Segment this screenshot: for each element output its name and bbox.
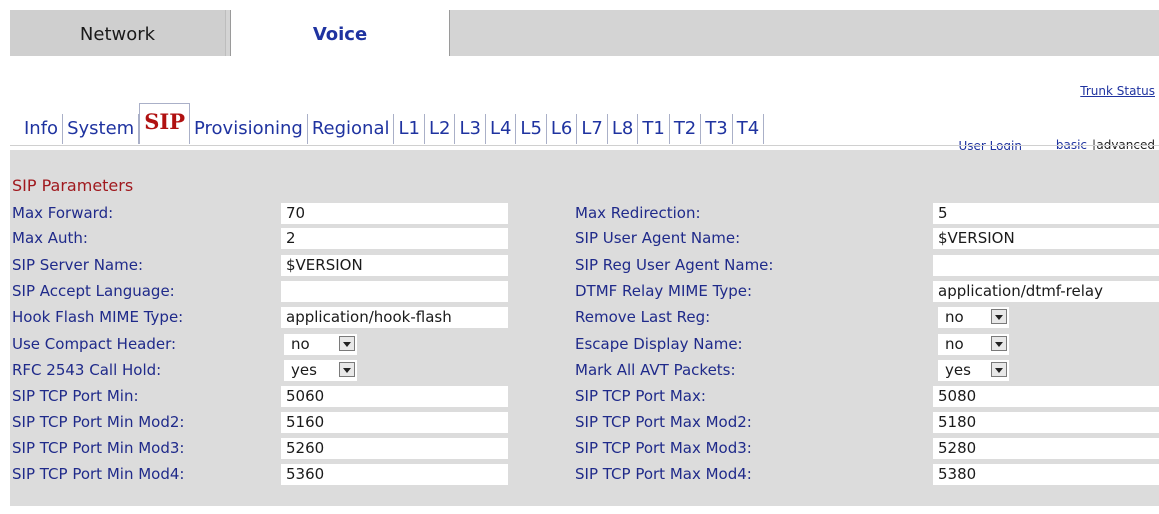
sip-tcp-port-min-mod4-input[interactable]: 5360 [281, 464, 508, 485]
section-title: SIP Parameters [12, 176, 134, 195]
tab-voice[interactable]: Voice [230, 10, 450, 56]
tab-l7[interactable]: L7 [577, 114, 608, 144]
sip-tcp-port-max-mod4-input[interactable]: 5380 [933, 464, 1159, 485]
mark-all-avt-packets-select[interactable]: yes [938, 360, 1009, 381]
sip-tcp-port-max-mod3-input[interactable]: 5280 [933, 438, 1159, 459]
sip-user-agent-name-label: SIP User Agent Name: [575, 229, 741, 247]
sip-tcp-port-max-mod2-input[interactable]: 5180 [933, 412, 1159, 433]
tab-t3[interactable]: T3 [701, 114, 733, 144]
sip-tcp-port-min-input[interactable]: 5060 [281, 386, 508, 407]
max-redirection-input[interactable]: 5 [933, 203, 1159, 224]
use-compact-header-label: Use Compact Header: [12, 335, 177, 353]
param-row: RFC 2543 Call Hold: yes Mark All AVT Pac… [10, 359, 1159, 382]
sip-user-agent-name-input[interactable]: $VERSION [933, 228, 1159, 249]
tab-l4[interactable]: L4 [486, 114, 517, 144]
tab-network[interactable]: Network [10, 10, 226, 56]
tab-t2[interactable]: T2 [670, 114, 702, 144]
sip-tcp-port-min-mod3-input[interactable]: 5260 [281, 438, 508, 459]
sip-server-name-label: SIP Server Name: [12, 256, 144, 274]
max-forward-input[interactable]: 70 [281, 203, 508, 224]
sip-tcp-port-max-label: SIP TCP Port Max: [575, 387, 706, 405]
param-row: Use Compact Header: no Escape Display Na… [10, 333, 1159, 356]
sip-reg-user-agent-name-label: SIP Reg User Agent Name: [575, 256, 774, 274]
rfc-2543-call-hold-value: yes [291, 361, 317, 379]
remove-last-reg-label: Remove Last Reg: [575, 308, 711, 326]
param-row: SIP TCP Port Min Mod2: 5160 SIP TCP Port… [10, 411, 1159, 434]
sip-tcp-port-max-mod2-label: SIP TCP Port Max Mod2: [575, 413, 752, 431]
sip-tcp-port-min-mod3-label: SIP TCP Port Min Mod3: [12, 439, 185, 457]
max-redirection-label: Max Redirection: [575, 204, 701, 222]
sip-tcp-port-max-input[interactable]: 5080 [933, 386, 1159, 407]
chevron-down-icon[interactable] [339, 336, 355, 351]
dtmf-relay-mime-type-label: DTMF Relay MIME Type: [575, 282, 753, 300]
tab-l6[interactable]: L6 [547, 114, 578, 144]
tab-l5[interactable]: L5 [516, 114, 547, 144]
sip-tcp-port-min-mod2-input[interactable]: 5160 [281, 412, 508, 433]
top-tab-bar: Network Voice [10, 10, 1159, 56]
rfc-2543-call-hold-select[interactable]: yes [284, 360, 357, 381]
param-row: Max Auth: 2 SIP User Agent Name: $VERSIO… [10, 227, 1159, 250]
trunk-status-link[interactable]: Trunk Status [1080, 84, 1155, 98]
chevron-down-icon[interactable] [991, 309, 1007, 324]
use-compact-header-value: no [291, 335, 310, 353]
max-auth-label: Max Auth: [12, 229, 88, 247]
tab-l2[interactable]: L2 [425, 114, 456, 144]
tab-l1[interactable]: L1 [394, 114, 425, 144]
chevron-down-icon[interactable] [991, 362, 1007, 377]
param-row: SIP Accept Language: DTMF Relay MIME Typ… [10, 280, 1159, 303]
sip-accept-language-label: SIP Accept Language: [12, 282, 175, 300]
escape-display-name-label: Escape Display Name: [575, 335, 743, 353]
sip-reg-user-agent-name-input[interactable] [933, 255, 1159, 276]
escape-display-name-select[interactable]: no [938, 334, 1009, 355]
hook-flash-mime-type-label: Hook Flash MIME Type: [12, 308, 184, 326]
max-auth-input[interactable]: 2 [281, 228, 508, 249]
tab-regional[interactable]: Regional [308, 114, 395, 144]
param-row: SIP TCP Port Min Mod4: 5360 SIP TCP Port… [10, 463, 1159, 486]
remove-last-reg-select[interactable]: no [938, 307, 1009, 328]
rfc-2543-call-hold-label: RFC 2543 Call Hold: [12, 361, 162, 379]
tab-t4[interactable]: T4 [733, 114, 765, 144]
tab-l3[interactable]: L3 [455, 114, 486, 144]
sub-tab-bar: Info System SIP Provisioning Regional L1… [20, 103, 765, 144]
param-row: SIP Server Name: $VERSION SIP Reg User A… [10, 254, 1159, 277]
sip-tcp-port-min-mod2-label: SIP TCP Port Min Mod2: [12, 413, 185, 431]
use-compact-header-select[interactable]: no [284, 334, 357, 355]
sip-parameters-panel: SIP Parameters Max Forward: 70 Max Redir… [10, 150, 1159, 506]
hook-flash-mime-type-input[interactable]: application/hook-flash [281, 307, 508, 328]
param-row: SIP TCP Port Min Mod3: 5260 SIP TCP Port… [10, 437, 1159, 460]
mark-all-avt-packets-value: yes [945, 361, 971, 379]
remove-last-reg-value: no [945, 308, 964, 326]
tab-l8[interactable]: L8 [608, 114, 639, 144]
sip-tcp-port-max-mod3-label: SIP TCP Port Max Mod3: [575, 439, 752, 457]
sip-server-name-input[interactable]: $VERSION [281, 255, 508, 276]
tab-sip[interactable]: SIP [139, 103, 190, 144]
chevron-down-icon[interactable] [991, 336, 1007, 351]
param-row: SIP TCP Port Min: 5060 SIP TCP Port Max:… [10, 385, 1159, 408]
sip-tcp-port-min-mod4-label: SIP TCP Port Min Mod4: [12, 465, 185, 483]
dtmf-relay-mime-type-input[interactable]: application/dtmf-relay [933, 281, 1159, 302]
sip-tcp-port-max-mod4-label: SIP TCP Port Max Mod4: [575, 465, 752, 483]
param-row: Hook Flash MIME Type: application/hook-f… [10, 306, 1159, 329]
mark-all-avt-packets-label: Mark All AVT Packets: [575, 361, 736, 379]
param-row: Max Forward: 70 Max Redirection: 5 [10, 202, 1159, 225]
tab-info[interactable]: Info [20, 114, 64, 144]
divider [10, 145, 1159, 146]
chevron-down-icon[interactable] [339, 362, 355, 377]
escape-display-name-value: no [945, 335, 964, 353]
sip-tcp-port-min-label: SIP TCP Port Min: [12, 387, 139, 405]
tab-provisioning[interactable]: Provisioning [190, 114, 308, 144]
tab-t1[interactable]: T1 [638, 114, 670, 144]
max-forward-label: Max Forward: [12, 204, 114, 222]
tab-system[interactable]: System [63, 114, 140, 144]
sip-accept-language-input[interactable] [281, 281, 508, 302]
